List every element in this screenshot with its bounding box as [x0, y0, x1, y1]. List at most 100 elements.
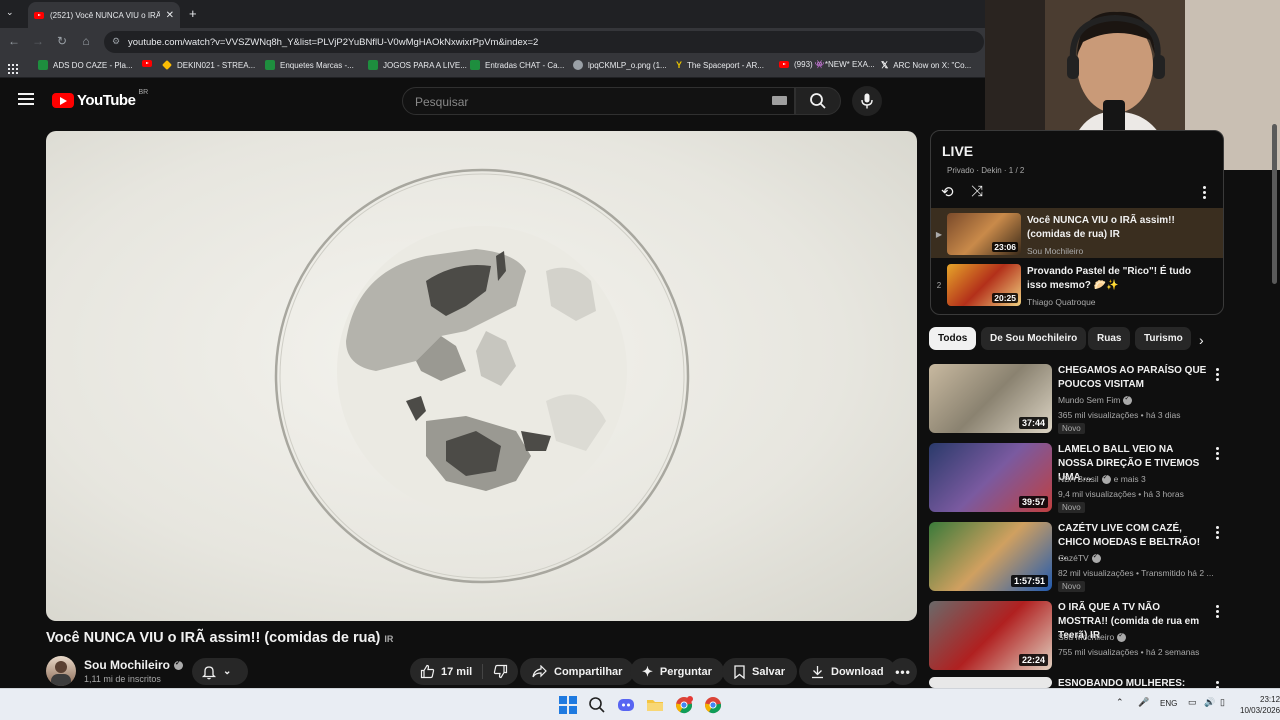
- bookmark-ads-caze[interactable]: ADS DO CAZE - Pla...: [38, 60, 133, 70]
- chip-de-sou-mochileiro[interactable]: De Sou Mochileiro: [981, 327, 1087, 350]
- save-button[interactable]: Salvar: [722, 658, 798, 685]
- share-button[interactable]: Compartilhar: [520, 658, 635, 685]
- globe-video-frame: [274, 168, 690, 584]
- bookmark-youtube[interactable]: [142, 60, 152, 67]
- verified-icon: [1091, 552, 1101, 563]
- network-icon[interactable]: ▭: [1188, 697, 1197, 708]
- bookmark-lpqckmlp[interactable]: lpqCKMLP_o.png (1...: [573, 60, 667, 70]
- site-info-icon[interactable]: ⚙: [112, 36, 120, 47]
- back-icon[interactable]: ←: [6, 34, 22, 48]
- recommendation-item[interactable]: ESNOBANDO MULHERES:: [929, 677, 1229, 688]
- thumbs-down-icon: [494, 664, 508, 679]
- channel-avatar[interactable]: [46, 656, 76, 686]
- recommendation-item[interactable]: 22:24 O IRÃ QUE A TV NÃO MOSTRA!! (comid…: [929, 601, 1229, 673]
- more-vertical-icon[interactable]: [1216, 605, 1220, 620]
- playlist-panel: LIVE Privado · Dekin · 1 / 2 ⟲ ⤨ ▶ 23:06…: [930, 130, 1224, 315]
- recommendation-thumbnail: 39:57: [929, 443, 1052, 512]
- playlist-more-icon[interactable]: [1203, 186, 1207, 201]
- bookmark-entradas[interactable]: Entradas CHAT - Ca...: [470, 60, 564, 70]
- keyboard-icon[interactable]: [772, 96, 787, 105]
- scrollbar[interactable]: [1272, 124, 1277, 284]
- close-tab-icon[interactable]: ✕: [166, 10, 174, 21]
- search-input[interactable]: Pesquisar: [402, 87, 795, 115]
- drive-icon: [162, 60, 172, 70]
- shuffle-icon[interactable]: ⤨: [971, 183, 983, 200]
- chip-ruas[interactable]: Ruas: [1088, 327, 1131, 350]
- browser-tab[interactable]: (2521) Você NUNCA VIU o IRÃ ✕: [28, 2, 180, 28]
- bookmark-dekin021[interactable]: DEKIN021 - STREA...: [162, 60, 255, 70]
- address-bar[interactable]: ⚙ youtube.com/watch?v=VVSZWNq8h_Y&list=P…: [104, 31, 984, 53]
- playlist-thumbnail: 20:25: [947, 264, 1021, 306]
- playlist-item[interactable]: 2 20:25 Provando Pastel de "Rico"! É tud…: [931, 259, 1223, 309]
- reload-icon[interactable]: ↻: [54, 34, 70, 48]
- chip-todos[interactable]: Todos: [929, 327, 977, 350]
- playlist-thumbnail: 23:06: [947, 213, 1021, 255]
- search-button[interactable]: [795, 87, 841, 115]
- more-vertical-icon[interactable]: [1216, 526, 1220, 541]
- sheets-icon: [38, 60, 48, 70]
- playlist-title[interactable]: LIVE: [942, 143, 973, 159]
- globe-icon: [573, 60, 583, 70]
- forward-icon[interactable]: →: [30, 34, 46, 48]
- new-tab-icon[interactable]: +: [189, 6, 197, 21]
- recommendation-thumbnail: [929, 677, 1052, 688]
- battery-icon[interactable]: ▯: [1220, 697, 1225, 708]
- country-flag-badge: IR: [384, 634, 394, 644]
- search-icon: [810, 93, 826, 109]
- ask-button[interactable]: ✦ Perguntar: [630, 658, 724, 685]
- more-actions-button[interactable]: •••: [889, 658, 917, 685]
- youtube-logo[interactable]: YouTube BR: [52, 89, 148, 109]
- tray-chevron-up-icon[interactable]: ⌃: [1116, 697, 1124, 708]
- recommendation-item[interactable]: 39:57 LAMELO BALL VEIO NA NOSSA DIREÇÃO …: [929, 443, 1229, 515]
- taskbar-search-icon[interactable]: [587, 695, 607, 715]
- tray-microphone-icon[interactable]: 🎤: [1138, 697, 1149, 708]
- sheets-icon: [368, 60, 378, 70]
- playlist-subtitle: Privado · Dekin · 1 / 2: [947, 166, 1025, 175]
- bookmark-spaceport[interactable]: Y The Spaceport - AR...: [676, 60, 764, 70]
- channel-name[interactable]: Sou Mochileiro: [84, 658, 184, 672]
- voice-search-button[interactable]: [852, 86, 882, 116]
- more-vertical-icon[interactable]: [1216, 447, 1220, 462]
- chrome-icon[interactable]: [674, 695, 694, 715]
- notification-bell-button[interactable]: ⌄: [192, 658, 248, 685]
- loop-icon[interactable]: ⟲: [941, 183, 954, 201]
- subscriber-count: 1,11 mi de inscritos: [84, 674, 161, 684]
- more-horizontal-icon: •••: [895, 664, 911, 679]
- like-button[interactable]: 17 mil: [420, 664, 484, 679]
- new-badge: Novo: [1058, 423, 1085, 434]
- verified-icon: [1117, 631, 1127, 642]
- language-indicator[interactable]: ENG: [1160, 699, 1177, 708]
- file-explorer-icon[interactable]: [645, 695, 665, 715]
- chevron-right-icon[interactable]: ›: [1199, 332, 1204, 348]
- bookmark-enquetes[interactable]: Enquetes Marcas -...: [265, 60, 354, 70]
- home-icon[interactable]: ⌂: [78, 34, 94, 48]
- download-icon: [812, 665, 823, 678]
- chrome-icon[interactable]: [703, 695, 723, 715]
- x-icon: 𝕏: [881, 60, 889, 70]
- taskbar-clock[interactable]: 23:12 10/03/2026: [1240, 694, 1280, 716]
- bookmark-jogos[interactable]: JOGOS PARA A LIVE...: [368, 60, 467, 70]
- video-player[interactable]: [46, 131, 917, 621]
- discord-icon[interactable]: [616, 695, 636, 715]
- download-button[interactable]: Download: [799, 658, 896, 685]
- tab-search-icon[interactable]: ⌄: [6, 7, 14, 18]
- playlist-item[interactable]: ▶ 23:06 Você NUNCA VIU o IRÃ assim!! (co…: [931, 208, 1223, 258]
- menu-icon[interactable]: [18, 93, 34, 105]
- apps-grid-icon[interactable]: [8, 61, 18, 74]
- avatar-person-icon: [51, 661, 71, 686]
- windows-start-icon[interactable]: [558, 695, 578, 715]
- bookmark-arc-x[interactable]: 𝕏 ARC Now on X: "Co...: [881, 60, 971, 71]
- recommendation-item[interactable]: 1:57:51 CAZÉTV LIVE COM CAZÉ, CHICO MOED…: [929, 522, 1229, 594]
- spaceport-icon: Y: [676, 60, 683, 70]
- youtube-icon: [779, 61, 789, 68]
- verified-icon: [174, 659, 184, 670]
- more-vertical-icon[interactable]: [1216, 368, 1220, 383]
- tab-title: (2521) Você NUNCA VIU o IRÃ: [50, 10, 160, 20]
- more-vertical-icon[interactable]: [1216, 681, 1220, 688]
- share-icon: [532, 665, 547, 678]
- recommendation-item[interactable]: 37:44 CHEGAMOS AO PARAÍSO QUE POUCOS VIS…: [929, 364, 1229, 436]
- bookmark-youtube-exa[interactable]: (993) 👾*NEW* EXA...: [779, 60, 875, 69]
- chip-turismo[interactable]: Turismo: [1135, 327, 1191, 350]
- dislike-button[interactable]: [483, 664, 508, 679]
- volume-icon[interactable]: 🔊: [1204, 697, 1215, 708]
